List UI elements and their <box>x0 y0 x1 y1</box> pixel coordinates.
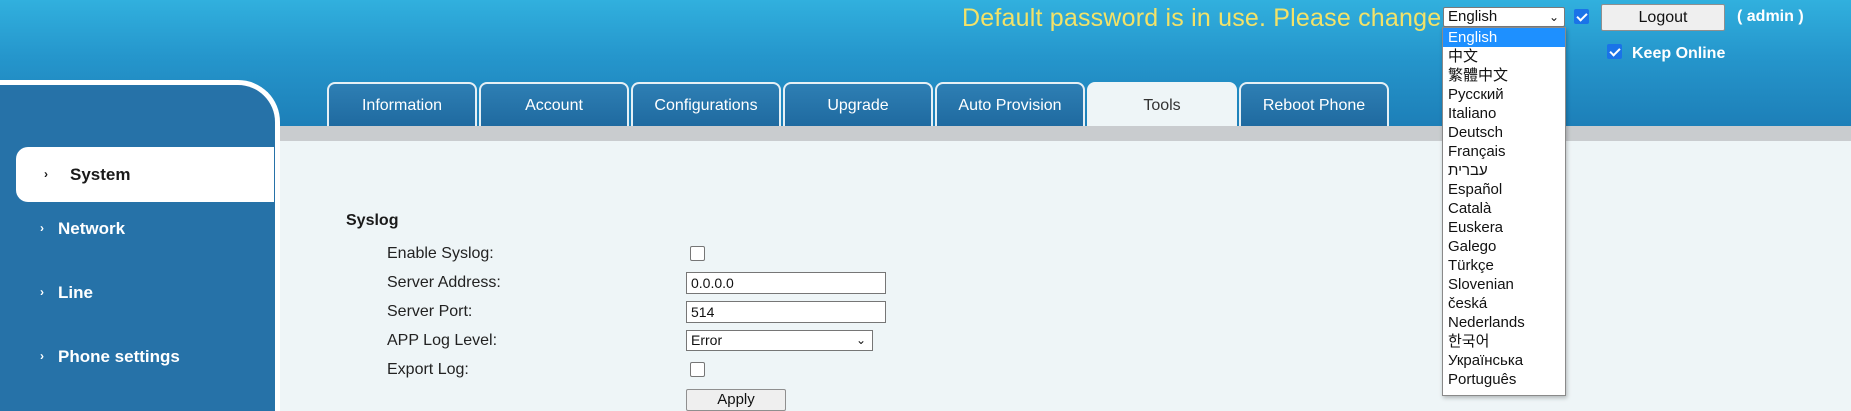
enable-syslog-checkbox[interactable] <box>690 246 705 261</box>
language-option-english[interactable]: English <box>1443 28 1565 47</box>
language-option-turkish[interactable]: Türkçe <box>1443 256 1565 275</box>
language-option-spanish[interactable]: Español <box>1443 180 1565 199</box>
language-dropdown-list: English 中文 繁體中文 Русский Italiano Deutsch… <box>1442 27 1566 396</box>
language-option-czech[interactable]: česká <box>1443 294 1565 313</box>
chevron-down-icon: ⌄ <box>1548 10 1559 24</box>
content-top-divider <box>280 126 1851 141</box>
language-option-russian[interactable]: Русский <box>1443 85 1565 104</box>
tab-account[interactable]: Account <box>479 82 629 126</box>
sidebar-item-system[interactable]: › System <box>16 147 274 202</box>
syslog-section-title: Syslog <box>346 212 399 229</box>
chevron-right-icon: › <box>40 349 44 363</box>
language-option-french[interactable]: Français <box>1443 142 1565 161</box>
chevron-down-icon: ⌄ <box>855 333 866 347</box>
language-option-dutch[interactable]: Nederlands <box>1443 313 1565 332</box>
apply-button[interactable]: Apply <box>686 389 786 411</box>
language-option-chinese-traditional[interactable]: 繁體中文 <box>1443 66 1565 85</box>
tab-information[interactable]: Information <box>327 82 477 126</box>
keep-online-label: Keep Online <box>1632 45 1726 62</box>
default-password-notice: Default password is in use. Please chang… <box>962 4 1442 32</box>
sidebar-item-label: Network <box>58 219 126 238</box>
export-log-checkbox[interactable] <box>690 362 705 377</box>
language-option-portuguese[interactable]: Português <box>1443 370 1565 389</box>
keep-online-checkbox[interactable] <box>1607 44 1622 59</box>
server-address-label: Server Address: <box>387 274 501 291</box>
sidebar-item-label: System <box>70 165 131 184</box>
tab-reboot-phone[interactable]: Reboot Phone <box>1239 82 1389 126</box>
app-log-level-value: Error <box>691 332 723 348</box>
sidebar: › System › Network › Line › Phone settin… <box>0 80 280 411</box>
language-option-galician[interactable]: Galego <box>1443 237 1565 256</box>
app-log-level-label: APP Log Level: <box>387 332 498 349</box>
sidebar-item-label: Phone settings <box>58 347 180 366</box>
server-address-input[interactable]: 0.0.0.0 <box>686 272 886 294</box>
language-option-italian[interactable]: Italiano <box>1443 104 1565 123</box>
header-checkbox[interactable] <box>1574 9 1589 24</box>
tab-auto-provision[interactable]: Auto Provision <box>935 82 1085 126</box>
language-select[interactable]: English ⌄ <box>1443 7 1565 27</box>
language-option-korean[interactable]: 한국어 <box>1443 332 1565 351</box>
language-option-basque[interactable]: Euskera <box>1443 218 1565 237</box>
export-log-label: Export Log: <box>387 361 469 378</box>
enable-syslog-label: Enable Syslog: <box>387 245 494 262</box>
sidebar-item-line[interactable]: › Line <box>0 265 275 320</box>
server-port-label: Server Port: <box>387 303 473 320</box>
tab-upgrade[interactable]: Upgrade <box>783 82 933 126</box>
admin-user-label: ( admin ) <box>1737 8 1804 25</box>
language-option-catalan[interactable]: Català <box>1443 199 1565 218</box>
sidebar-item-network[interactable]: › Network <box>0 201 275 256</box>
logout-button[interactable]: Logout <box>1601 4 1725 31</box>
language-option-hebrew[interactable]: עברית <box>1443 161 1565 180</box>
chevron-right-icon: › <box>44 167 48 181</box>
server-port-input[interactable]: 514 <box>686 301 886 323</box>
language-option-chinese-simplified[interactable]: 中文 <box>1443 47 1565 66</box>
app-log-level-select[interactable]: Error ⌄ <box>686 330 873 351</box>
chevron-right-icon: › <box>40 221 44 235</box>
sidebar-item-phone-settings[interactable]: › Phone settings <box>0 329 275 384</box>
language-option-german[interactable]: Deutsch <box>1443 123 1565 142</box>
language-option-slovenian[interactable]: Slovenian <box>1443 275 1565 294</box>
language-select-value: English <box>1448 8 1498 25</box>
sidebar-item-label: Line <box>58 283 93 302</box>
language-option-ukrainian[interactable]: Українська <box>1443 351 1565 370</box>
tab-configurations[interactable]: Configurations <box>631 82 781 126</box>
chevron-right-icon: › <box>40 285 44 299</box>
tab-tools[interactable]: Tools <box>1087 82 1237 126</box>
